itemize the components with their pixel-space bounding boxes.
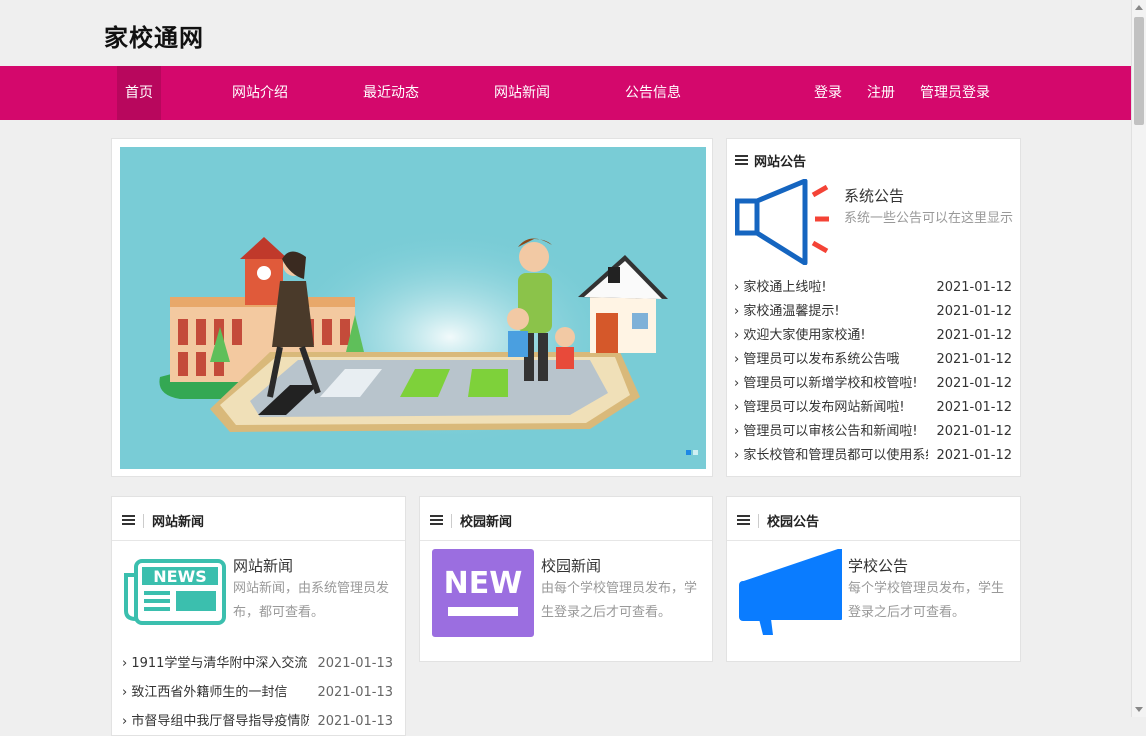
site-news-title: 网站新闻 xyxy=(152,515,205,530)
list-item[interactable]: › 致江西省外籍师生的一封信 2021-01-13 xyxy=(122,678,393,707)
list-icon xyxy=(430,515,443,526)
carousel-dot-1[interactable] xyxy=(686,450,691,455)
campus-news-feature-desc: 由每个学校管理员发布，学生登录之后才可查看。 xyxy=(541,581,698,620)
main-navbar: 首页 网站介绍 最近动态 网站新闻 公告信息 登录 注册 管理员登录 xyxy=(0,66,1132,120)
house xyxy=(578,255,668,353)
list-item[interactable]: › 管理员可以发布系统公告哦 2021-01-12 xyxy=(734,348,1012,372)
scrollbar-thumb[interactable] xyxy=(1134,17,1144,125)
list-item[interactable]: › 家校通上线啦! 2021-01-12 xyxy=(734,276,1012,300)
list-item[interactable]: › 家长校管和管理员都可以使用系统哦2021-01-12 xyxy=(734,444,1012,468)
nav-recent[interactable]: 最近动态 xyxy=(355,66,427,120)
campus-news-heading: 校园新闻 xyxy=(430,511,512,530)
campus-news-panel: 校园新闻 NEW 校园新闻 由每个学校管理员发布，学生登录之后才可查看。 xyxy=(419,496,713,662)
list-icon xyxy=(737,515,750,526)
campus-news-header: 校园新闻 xyxy=(420,497,712,541)
site-notice-title: 网站公告 xyxy=(754,155,807,170)
nav-register[interactable]: 注册 xyxy=(859,66,903,120)
site-title[interactable]: 家校通网 xyxy=(104,18,204,53)
campus-news-title: 校园新闻 xyxy=(460,515,513,530)
megaphone-icon xyxy=(739,549,842,635)
news-icon-text: NEWS xyxy=(153,567,207,586)
campus-notice-header: 校园公告 xyxy=(727,497,1020,541)
site-notice-panel: 网站公告 系统公告 系统一些公告可以在这里显示 › 家校通上线啦! 2021-01… xyxy=(726,138,1021,477)
newspaper-icon: NEWS xyxy=(124,559,226,625)
site-news-feature-desc: 网站新闻，由系统管理员发布，都可查看。 xyxy=(233,581,390,620)
new-icon-text: NEW xyxy=(444,566,523,601)
list-icon xyxy=(122,515,135,526)
list-item[interactable]: › 管理员可以发布网站新闻啦! 2021-01-12 xyxy=(734,396,1012,420)
site-news-list: › 1911学堂与清华附中深入交流 2021-01-13 › 致江西省外籍师生的一… xyxy=(122,649,393,736)
nav-login[interactable]: 登录 xyxy=(806,66,850,120)
site-news-panel: 网站新闻 NEWS 网站新闻 网站新闻，由系统管理员发布，都可查看。 › 191… xyxy=(111,496,406,736)
list-item[interactable]: › 1911学堂与清华附中深入交流 2021-01-13 xyxy=(122,649,393,678)
scroll-up-icon[interactable] xyxy=(1135,5,1143,10)
site-news-feature-title[interactable]: 网站新闻 xyxy=(233,555,293,576)
carousel-dot-2[interactable] xyxy=(693,450,698,455)
campus-notice-panel: 校园公告 学校公告 每个学校管理员发布，学生登录之后才可查看。 xyxy=(726,496,1021,662)
list-item[interactable]: › 欢迎大家使用家校通! 2021-01-12 xyxy=(734,324,1012,348)
campus-news-feature-title[interactable]: 校园新闻 xyxy=(541,555,601,576)
scroll-down-icon[interactable] xyxy=(1135,707,1143,712)
system-notice-desc: 系统一些公告可以在这里显示 xyxy=(844,211,1014,226)
campus-notice-title: 校园公告 xyxy=(767,515,820,530)
site-notice-list: › 家校通上线啦! 2021-01-12 › 家校通温馨提示! 2021-01-12… xyxy=(734,276,1012,468)
nav-news[interactable]: 网站新闻 xyxy=(486,66,558,120)
site-news-heading: 网站新闻 xyxy=(122,511,204,530)
carousel-slide-image[interactable] xyxy=(120,147,706,469)
list-item[interactable]: › 管理员可以新增学校和校管啦! 2021-01-12 xyxy=(734,372,1012,396)
nav-admin-login[interactable]: 管理员登录 xyxy=(912,66,998,120)
list-item[interactable]: › 市督导组中我厅督导指导疫情防控 2021-01-13 xyxy=(122,707,393,736)
carousel-indicators xyxy=(686,450,698,455)
vertical-scrollbar[interactable] xyxy=(1131,0,1146,717)
new-badge-icon: NEW xyxy=(432,549,534,637)
nav-home[interactable]: 首页 xyxy=(117,66,161,120)
campus-notice-feature-title[interactable]: 学校公告 xyxy=(848,555,908,576)
list-item[interactable]: › 家校通温馨提示! 2021-01-12 xyxy=(734,300,1012,324)
nav-notices[interactable]: 公告信息 xyxy=(617,66,689,120)
megaphone-outline-icon xyxy=(735,179,829,265)
system-notice-title[interactable]: 系统公告 xyxy=(844,185,904,206)
nav-about[interactable]: 网站介绍 xyxy=(224,66,296,120)
top-header: 家校通网 xyxy=(0,0,1132,66)
site-news-header: 网站新闻 xyxy=(112,497,405,541)
list-item[interactable]: › 管理员可以审核公告和新闻啦! 2021-01-12 xyxy=(734,420,1012,444)
school-family-illustration xyxy=(159,227,668,447)
campus-notice-heading: 校园公告 xyxy=(737,511,819,530)
site-notice-heading: 网站公告 xyxy=(735,151,806,170)
list-icon xyxy=(735,155,748,166)
campus-notice-feature-desc: 每个学校管理员发布，学生登录之后才可查看。 xyxy=(848,581,1005,620)
carousel xyxy=(111,138,713,477)
